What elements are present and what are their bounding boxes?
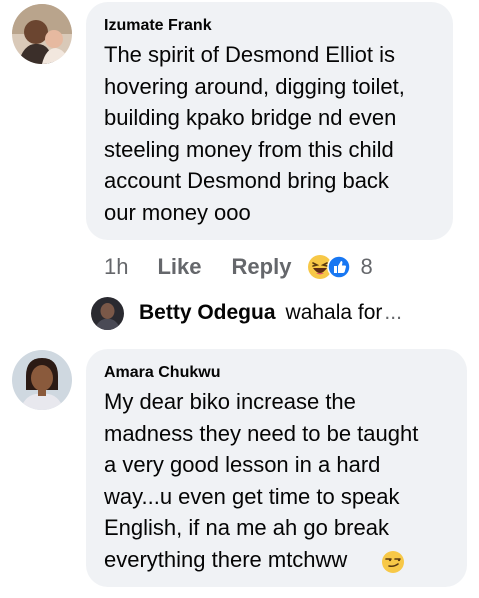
profile-photo <box>91 296 124 330</box>
comment-actions: 1h Like Reply 8 <box>104 252 373 282</box>
avatar-izumate-frank[interactable] <box>12 4 72 64</box>
avatar-amara-chukwu[interactable] <box>12 350 72 410</box>
comment-text: The spirit of Desmond Elliot is hovering… <box>104 42 405 225</box>
reply-more-ellipsis[interactable]: ... <box>384 301 402 325</box>
like-reaction-icon <box>327 255 352 279</box>
comment-bubble: Izumate Frank The spirit of Desmond Elli… <box>86 2 453 240</box>
comment-timestamp[interactable]: 1h <box>104 254 128 280</box>
reply-preview[interactable]: Betty Odegua wahala for ... <box>91 296 402 330</box>
reply-text: wahala for <box>285 301 383 324</box>
comment-text: My dear biko increase the madness they n… <box>104 389 419 572</box>
comment-author[interactable]: Izumate Frank <box>104 16 435 36</box>
reply-author[interactable]: Betty Odegua <box>139 301 276 325</box>
like-button[interactable]: Like <box>157 254 201 280</box>
reply-avatar[interactable] <box>91 296 124 330</box>
comment-text-wrapper: My dear biko increase the madness they n… <box>104 386 449 576</box>
profile-photo <box>12 350 72 410</box>
reaction-count: 8 <box>360 254 373 279</box>
reply-button[interactable]: Reply <box>232 254 292 280</box>
comment-author[interactable]: Amara Chukwu <box>104 363 449 383</box>
reactions-summary[interactable]: 8 <box>307 254 373 280</box>
profile-photo <box>12 4 72 64</box>
smirk-emoji-icon <box>382 551 404 573</box>
comment-bubble: Amara Chukwu My dear biko increase the m… <box>86 349 467 587</box>
